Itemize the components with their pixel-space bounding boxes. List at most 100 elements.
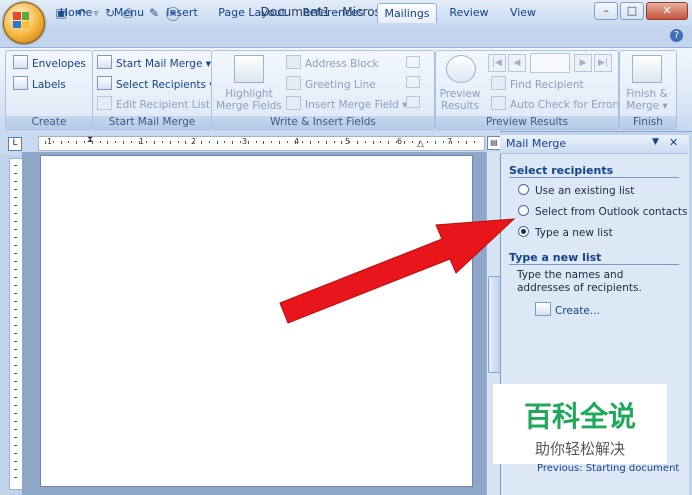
insert-merge-field-button[interactable]: Insert Merge Field ▾ <box>286 96 407 111</box>
vruler-tick <box>14 445 17 446</box>
labels-button[interactable]: Labels <box>13 76 66 91</box>
tab-selector-icon[interactable]: L <box>8 137 22 151</box>
tab-references[interactable]: References <box>300 3 366 22</box>
ruler-tick <box>333 141 335 143</box>
first-record-button[interactable]: |◀ <box>488 54 506 72</box>
group-label-finish: Finish <box>620 116 676 129</box>
vruler-tick <box>14 309 17 310</box>
address-block-button[interactable]: Address Block <box>286 55 379 70</box>
vruler-tick <box>14 477 17 478</box>
vruler-tick <box>14 373 17 374</box>
ruler-tick <box>318 141 319 143</box>
ruler-tick <box>146 141 148 143</box>
ruler-tick <box>474 141 475 143</box>
address-block-label: Address Block <box>305 58 379 70</box>
rules-icon[interactable] <box>406 56 420 68</box>
edit-recipient-list-button[interactable]: Edit Recipient List <box>97 96 210 111</box>
group-label-write-insert: Write & Insert Fields <box>212 116 434 129</box>
minimize-button[interactable]: – <box>594 2 618 20</box>
tab-menu[interactable]: Menu <box>111 3 147 22</box>
ruler-tick <box>115 141 117 143</box>
divider <box>509 264 679 265</box>
ruler-tick <box>310 141 312 144</box>
radio-type-new-list[interactable]: Type a new list <box>518 226 613 239</box>
vruler-tick <box>14 349 17 350</box>
tab-view[interactable]: View <box>503 3 543 22</box>
tab-review[interactable]: Review <box>446 3 492 22</box>
preview-results-button[interactable]: Preview Results <box>437 88 483 112</box>
vruler-tick <box>14 189 17 190</box>
ruler-tick <box>107 141 109 144</box>
last-record-button[interactable]: ▶| <box>594 54 612 72</box>
ruler-tick <box>154 141 156 144</box>
ruler-tick <box>302 141 304 143</box>
tab-insert[interactable]: Insert <box>164 3 200 22</box>
labels-icon <box>13 76 28 90</box>
match-fields-icon[interactable] <box>406 76 420 88</box>
next-record-button[interactable]: ▶ <box>574 54 592 72</box>
greeting-line-button[interactable]: Greeting Line <box>286 76 376 91</box>
radio-use-existing-list[interactable]: Use an existing list <box>518 184 634 197</box>
finish-merge-icon <box>632 55 662 83</box>
vertical-ruler[interactable] <box>9 158 23 490</box>
greeting-line-icon <box>286 76 301 90</box>
ruler-tick <box>177 141 179 143</box>
envelopes-button[interactable]: Envelopes <box>13 55 86 70</box>
select-recipients-button[interactable]: Select Recipients ▾ <box>97 76 215 91</box>
tab-mailings[interactable]: Mailings <box>377 3 437 23</box>
ruler-tick <box>427 141 429 143</box>
auto-check-errors-button[interactable]: Auto Check for Errors <box>491 96 622 111</box>
radio-label: Type a new list <box>535 227 613 239</box>
vruler-tick <box>14 173 17 174</box>
vruler-tick <box>14 453 17 454</box>
maximize-button[interactable]: □ <box>620 2 644 20</box>
view-ruler-icon[interactable]: ▤ <box>487 136 501 150</box>
ruler-tick <box>99 141 101 143</box>
vruler-tick <box>14 229 17 230</box>
ruler-tick <box>84 141 85 143</box>
right-indent-marker[interactable]: △ <box>417 139 424 149</box>
ruler-tick <box>435 141 436 144</box>
ruler-tick <box>68 141 70 143</box>
ruler-tick <box>411 141 413 143</box>
vruler-tick <box>14 213 17 214</box>
ruler-tick <box>403 141 405 144</box>
auto-check-label: Auto Check for Errors <box>510 99 623 111</box>
create-link-label: Create... <box>555 305 600 317</box>
vruler-tick <box>14 197 17 198</box>
update-labels-icon[interactable] <box>406 96 420 108</box>
find-recipient-label: Find Recipient <box>510 79 584 91</box>
select-recipients-icon <box>97 76 112 90</box>
previous-record-button[interactable]: ◀ <box>508 54 526 72</box>
tab-home[interactable]: Home <box>58 3 94 22</box>
insert-merge-field-icon <box>286 96 301 110</box>
vruler-tick <box>14 333 17 334</box>
highlight-merge-fields-button[interactable]: Highlight Merge Fields <box>214 88 284 112</box>
watermark-title: 百科全说 <box>523 400 636 433</box>
radio-label: Select from Outlook contacts <box>535 206 688 218</box>
vruler-tick <box>14 341 17 342</box>
finish-merge-button[interactable]: Finish & Merge ▾ <box>621 88 673 112</box>
radio-label: Use an existing list <box>535 185 635 197</box>
vruler-tick <box>14 421 17 422</box>
ruler-tick <box>138 141 140 144</box>
vruler-tick <box>14 277 17 278</box>
task-pane-close-icon[interactable]: ✕ <box>669 136 678 149</box>
create-link[interactable]: Create... <box>535 302 600 317</box>
envelopes-label: Envelopes <box>32 58 86 70</box>
radio-outlook-contacts[interactable]: Select from Outlook contacts <box>518 205 688 218</box>
start-mail-merge-button[interactable]: Start Mail Merge ▾ <box>97 55 211 70</box>
previous-step-link[interactable]: Previous: Starting document <box>537 463 679 474</box>
close-button[interactable]: ✕ <box>646 2 688 20</box>
find-recipient-button[interactable]: Find Recipient <box>491 76 584 91</box>
auto-check-icon <box>491 96 506 110</box>
help-icon[interactable]: ? <box>670 29 683 42</box>
tab-page-layout[interactable]: Page Layout <box>217 3 287 22</box>
preview-label-line1: Preview <box>439 88 481 100</box>
horizontal-ruler[interactable]: 1 1 2 3 4 5 6 7 ⧗ △ <box>38 135 485 151</box>
vruler-tick <box>14 261 17 262</box>
record-number-input[interactable] <box>530 53 570 73</box>
task-pane-menu-icon[interactable]: ▼ <box>652 137 659 147</box>
radio-button[interactable] <box>518 184 529 195</box>
ruler-tick <box>349 141 351 143</box>
